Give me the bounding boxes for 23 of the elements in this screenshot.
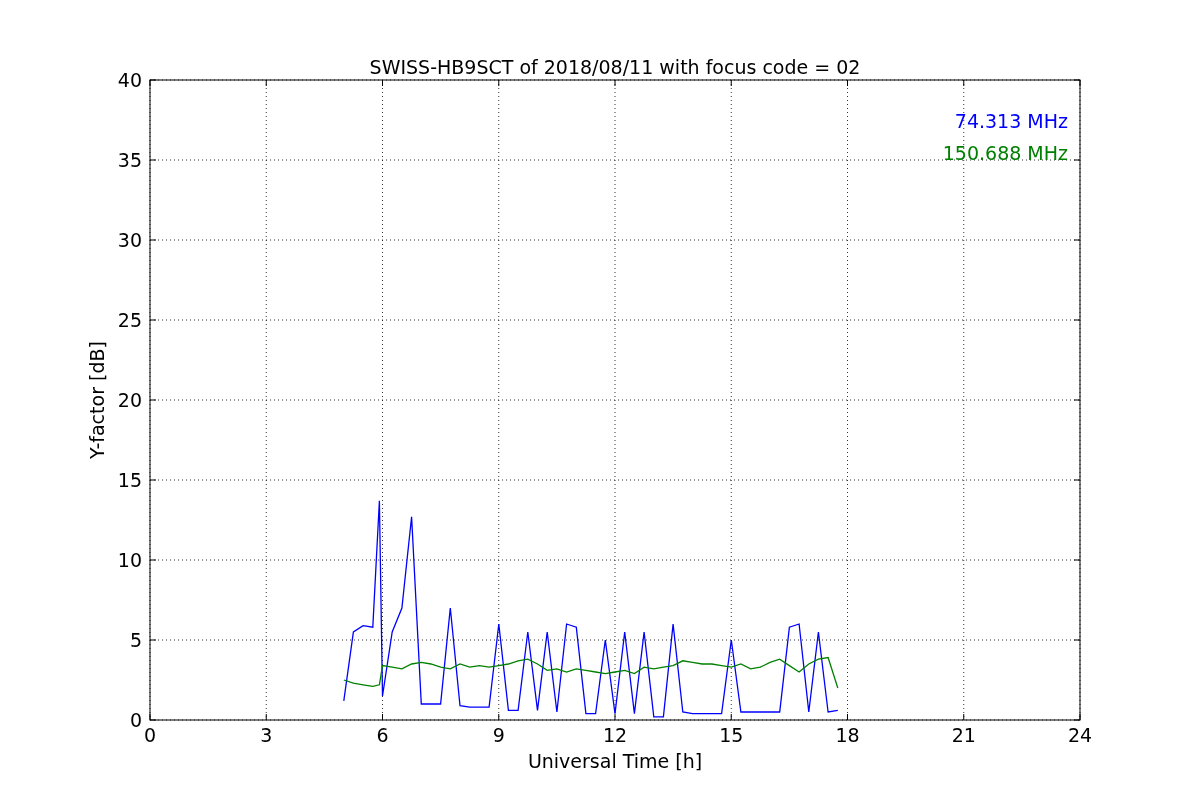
tick-label: 35: [117, 149, 142, 171]
tick-label: 40: [117, 69, 142, 91]
tick-label: 12: [602, 724, 628, 746]
legend-label: 74.313 MHz: [954, 110, 1068, 132]
chart-title: SWISS-HB9SCT of 2018/08/11 with focus code = 02: [369, 56, 861, 78]
tick-label: 15: [719, 724, 744, 746]
tick-label: 9: [492, 724, 505, 746]
tick-label: 10: [117, 549, 142, 571]
tick-label: 3: [260, 724, 273, 746]
tick-label: 24: [1067, 724, 1093, 746]
tick-label: 18: [835, 724, 860, 746]
tick-label: 30: [117, 229, 142, 251]
tick-label: 20: [117, 389, 142, 411]
tick-label: 15: [117, 469, 142, 491]
tick-label: 5: [129, 629, 142, 651]
y-axis-label: Y-factor [dB]: [86, 341, 108, 459]
tick-label: 0: [129, 709, 142, 731]
tick-label: 21: [951, 724, 976, 746]
tick-label: 25: [117, 309, 142, 331]
x-axis-label: Universal Time [h]: [527, 750, 703, 772]
tick-label: 6: [376, 724, 389, 746]
tick-label: 0: [143, 724, 157, 746]
legend-label: 150.688 MHz: [942, 142, 1068, 164]
